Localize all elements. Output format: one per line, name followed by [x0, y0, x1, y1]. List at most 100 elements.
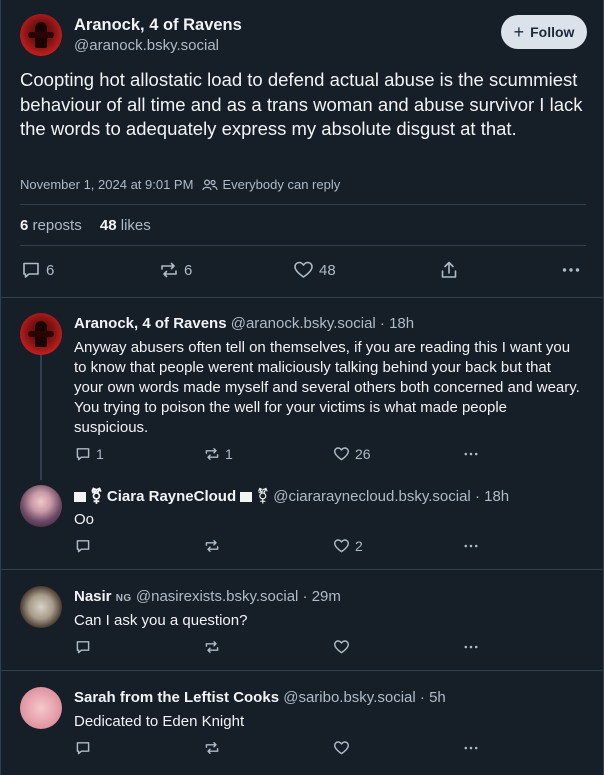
reply-header: Aranock, 4 of Ravens @aranock.bsky.socia…	[74, 315, 414, 332]
thread-line	[40, 355, 42, 480]
repost-count: 6	[184, 261, 193, 279]
reply-time[interactable]: 5h	[429, 689, 446, 706]
reply-button[interactable]: 6	[21, 260, 54, 280]
follow-label: Follow	[530, 24, 575, 40]
like-icon	[294, 261, 313, 278]
reply-header: ⚧ Ciara RayneCloud ⚧ @ciararaynecloud.bs…	[74, 487, 509, 505]
reposts-stat[interactable]: 6 reposts	[20, 217, 82, 234]
reply-button[interactable]: 1	[75, 446, 104, 462]
like-button[interactable]: 48	[293, 260, 336, 280]
separator: ·	[302, 588, 308, 605]
post-text: Coopting hot allostatic load to defend a…	[20, 69, 583, 139]
more-button[interactable]	[462, 740, 480, 756]
more-button[interactable]	[462, 639, 480, 655]
author-handle[interactable]: @aranock.bsky.social	[231, 315, 376, 332]
like-icon	[333, 640, 350, 654]
post-timestamp[interactable]: November 1, 2024 at 9:01 PM	[20, 177, 193, 192]
flag-icon	[240, 492, 253, 503]
repost-button[interactable]	[204, 740, 220, 756]
separator: ·	[379, 315, 385, 332]
author-handle[interactable]: @ciararaynecloud.bsky.social	[273, 488, 471, 505]
reply-count: 1	[96, 446, 104, 462]
likes-stat[interactable]: 48 likes	[100, 217, 151, 234]
separator: ·	[474, 488, 480, 505]
repost-icon	[205, 540, 219, 552]
reply-time[interactable]: 18h	[389, 315, 414, 332]
more-icon	[464, 452, 478, 456]
reply-time[interactable]: 29m	[312, 588, 341, 605]
reply-icon	[76, 540, 90, 553]
reply-button[interactable]	[75, 639, 91, 655]
reply-time[interactable]: 18h	[484, 488, 509, 505]
reply-setting[interactable]: Everybody can reply	[222, 177, 340, 192]
reply-button[interactable]	[75, 538, 91, 554]
like-icon	[333, 447, 350, 461]
more-icon	[464, 544, 478, 548]
avatar[interactable]	[20, 586, 62, 628]
reply-button[interactable]	[75, 740, 91, 756]
reply-text: Oo	[74, 511, 95, 528]
avatar[interactable]	[20, 14, 62, 56]
author-name[interactable]: Sarah from the Leftist Cooks	[74, 689, 279, 706]
reply-count: 6	[46, 261, 55, 279]
avatar[interactable]	[20, 687, 62, 729]
share-icon	[441, 261, 457, 278]
post-meta: November 1, 2024 at 9:01 PM Everybody ca…	[20, 177, 340, 192]
more-icon	[562, 268, 580, 272]
author-handle[interactable]: @aranock.bsky.social	[74, 37, 219, 54]
reply-header: Sarah from the Leftist Cooks @saribo.bsk…	[74, 689, 446, 706]
divider	[20, 204, 586, 205]
author-name[interactable]: Aranock, 4 of Ravens	[74, 315, 227, 332]
more-button[interactable]	[462, 446, 480, 462]
repost-icon	[205, 641, 219, 653]
repost-button[interactable]	[204, 639, 220, 655]
avatar[interactable]	[20, 485, 62, 527]
reply-text: Dedicated to Eden Knight	[74, 713, 245, 730]
post-thread-frame: Aranock, 4 of Ravens @aranock.bsky.socia…	[0, 0, 604, 775]
avatar[interactable]	[20, 313, 62, 355]
reply-header: Nasir NG @nasirexists.bsky.social · 29m	[74, 588, 341, 605]
like-count: 48	[319, 261, 336, 279]
trans-symbol-icon: ⚧	[256, 488, 270, 505]
reply-icon	[76, 448, 90, 461]
reply-text: Anyway abusers often tell on themselves,…	[74, 339, 580, 436]
like-button[interactable]: 26	[333, 446, 371, 462]
flag-icon	[74, 492, 86, 503]
reply-icon	[76, 742, 90, 755]
more-icon	[464, 645, 478, 649]
people-icon	[202, 178, 219, 190]
author-name[interactable]: Nasir	[74, 588, 112, 605]
trans-symbol-icon: ⚧	[90, 488, 103, 505]
engagement-stats: 6 reposts 48 likes	[20, 217, 151, 234]
like-button[interactable]	[333, 740, 350, 756]
like-icon	[333, 539, 350, 553]
repost-button[interactable]	[204, 538, 220, 554]
main-post: Aranock, 4 of Ravens @aranock.bsky.socia…	[1, 0, 604, 298]
author-handle[interactable]: @nasirexists.bsky.social	[136, 588, 299, 605]
like-button[interactable]: 2	[333, 538, 363, 554]
repost-icon	[161, 262, 177, 278]
reply-icon	[76, 641, 90, 654]
more-icon	[464, 746, 478, 750]
like-icon	[333, 741, 350, 755]
like-count: 26	[355, 446, 371, 462]
reply-text: Can I ask you a question?	[74, 612, 248, 629]
repost-button[interactable]: 1	[204, 446, 233, 462]
divider	[20, 245, 586, 246]
follow-button[interactable]: + Follow	[501, 15, 587, 49]
like-button[interactable]	[333, 639, 350, 655]
more-button[interactable]	[561, 260, 581, 280]
more-button[interactable]	[462, 538, 480, 554]
repost-icon	[205, 448, 219, 460]
repost-icon	[205, 742, 219, 754]
author-name[interactable]: Ciara RayneCloud	[107, 488, 236, 505]
plus-icon: +	[513, 22, 525, 42]
author-badge: NG	[115, 593, 132, 604]
like-count: 2	[355, 538, 363, 554]
repost-button[interactable]: 6	[159, 260, 192, 280]
separator: ·	[419, 689, 425, 706]
repost-count: 1	[225, 446, 233, 462]
author-name[interactable]: Aranock, 4 of Ravens	[74, 16, 242, 35]
author-handle[interactable]: @saribo.bsky.social	[283, 689, 416, 706]
share-button[interactable]	[439, 260, 459, 280]
